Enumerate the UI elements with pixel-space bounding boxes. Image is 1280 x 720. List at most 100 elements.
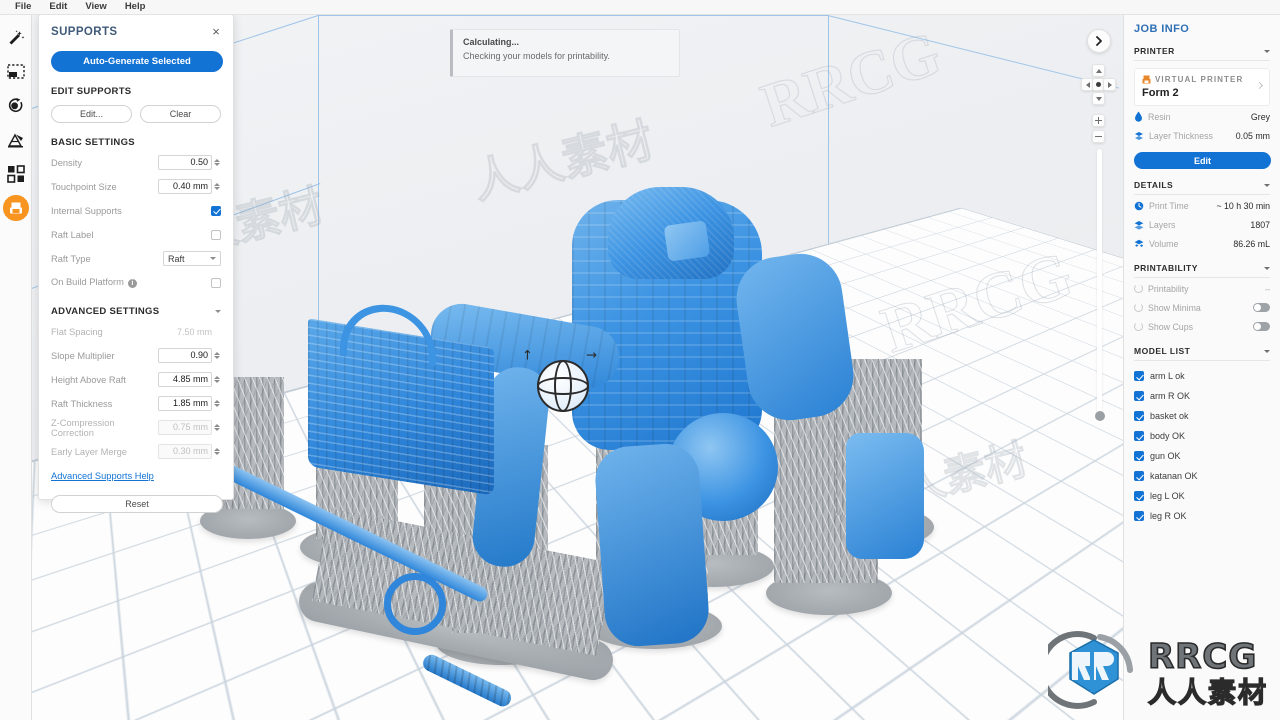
field-z-compression-correction-control: 0.75 mm bbox=[158, 420, 221, 435]
raft-type-select[interactable]: Raft bbox=[163, 251, 221, 266]
chevron-down-icon[interactable] bbox=[1264, 183, 1270, 187]
orbit-down-button[interactable] bbox=[1092, 92, 1105, 105]
orbit-dpad[interactable] bbox=[1081, 64, 1117, 108]
model-label: body OK bbox=[1150, 431, 1186, 441]
menu-item-view[interactable]: View bbox=[76, 0, 115, 14]
density-stepper[interactable] bbox=[214, 158, 221, 167]
chevron-down-icon[interactable] bbox=[1264, 49, 1270, 53]
menu-item-help[interactable]: Help bbox=[116, 0, 155, 14]
zoom-slider-handle[interactable] bbox=[1094, 411, 1105, 421]
model-list[interactable]: arm L ok arm R OK basket ok body OK gun … bbox=[1134, 366, 1270, 526]
clear-button[interactable]: Clear bbox=[140, 105, 221, 123]
raft-label-checkbox[interactable] bbox=[211, 229, 221, 240]
model-leg-right[interactable] bbox=[593, 441, 711, 649]
rotate-gizmo[interactable]: ↗ ↗ bbox=[518, 345, 601, 419]
zoom-controls[interactable] bbox=[1081, 114, 1117, 148]
field-density-control[interactable]: 0.50 bbox=[158, 155, 221, 170]
details-section-header[interactable]: DETAILS bbox=[1134, 180, 1270, 195]
menu-bar[interactable]: File Edit View Help bbox=[0, 0, 1280, 15]
show-cups-toggle[interactable] bbox=[1253, 322, 1270, 331]
expand-panel-button[interactable] bbox=[1087, 29, 1111, 53]
printer-tag-label: VIRTUAL PRINTER bbox=[1155, 75, 1244, 84]
printability-row: Printability – bbox=[1134, 280, 1270, 297]
list-item[interactable]: arm L ok bbox=[1134, 366, 1270, 386]
height-above-raft-stepper[interactable] bbox=[214, 375, 221, 384]
field-height-above-raft-control[interactable]: 4.85 mm bbox=[158, 372, 221, 387]
layers-label: Layers bbox=[1149, 219, 1176, 230]
internal-supports-checkbox[interactable] bbox=[211, 205, 221, 216]
model-list-section-label: MODEL LIST bbox=[1134, 346, 1191, 356]
model-checkbox[interactable] bbox=[1134, 371, 1144, 381]
auto-generate-selected-button[interactable]: Auto-Generate Selected bbox=[51, 51, 223, 72]
menu-item-file[interactable]: File bbox=[6, 0, 40, 14]
tool-select[interactable] bbox=[0, 55, 32, 89]
tool-layout[interactable] bbox=[0, 157, 32, 191]
menu-item-edit[interactable]: Edit bbox=[40, 0, 76, 14]
model-checkbox[interactable] bbox=[1134, 491, 1144, 501]
model-checkbox[interactable] bbox=[1134, 391, 1144, 401]
chevron-down-icon[interactable] bbox=[1264, 266, 1270, 270]
tool-magic-wand[interactable] bbox=[0, 21, 32, 55]
field-touchpoint-size-control[interactable]: 0.40 mm bbox=[158, 179, 221, 194]
height-above-raft-input[interactable]: 4.85 mm bbox=[158, 372, 212, 387]
reset-button[interactable]: Reset bbox=[51, 495, 223, 513]
list-item[interactable]: leg R OK bbox=[1134, 506, 1270, 526]
density-input[interactable]: 0.50 bbox=[158, 155, 212, 170]
field-slope-multiplier-control[interactable]: 0.90 bbox=[158, 348, 221, 363]
model-checkbox[interactable] bbox=[1134, 411, 1144, 421]
advanced-settings-heading[interactable]: ADVANCED SETTINGS bbox=[51, 306, 221, 317]
model-checkbox[interactable] bbox=[1134, 431, 1144, 441]
tool-supports[interactable] bbox=[0, 123, 32, 157]
left-toolbar[interactable] bbox=[0, 15, 32, 720]
list-item[interactable]: body OK bbox=[1134, 426, 1270, 446]
list-item[interactable]: katanan OK bbox=[1134, 466, 1270, 486]
printer-section-header[interactable]: PRINTER bbox=[1134, 46, 1270, 61]
orbit-up-button[interactable] bbox=[1092, 64, 1105, 77]
field-z-compression-correction-label: Z-Compression Correction bbox=[51, 417, 115, 438]
list-item[interactable]: arm R OK bbox=[1134, 386, 1270, 406]
field-raft-thickness-control[interactable]: 1.85 mm bbox=[158, 396, 221, 411]
model-checkbox[interactable] bbox=[1134, 511, 1144, 521]
close-icon[interactable]: × bbox=[209, 25, 223, 39]
touchpoint-size-input[interactable]: 0.40 mm bbox=[158, 179, 212, 194]
zoom-out-button[interactable] bbox=[1092, 130, 1105, 143]
model-checkbox[interactable] bbox=[1134, 451, 1144, 461]
show-minima-toggle[interactable] bbox=[1253, 303, 1270, 312]
job-info-panel[interactable]: JOB INFO PRINTER VIRTUAL PRINTER Form 2 … bbox=[1123, 15, 1280, 720]
zoom-slider[interactable] bbox=[1094, 149, 1105, 421]
info-icon[interactable]: i bbox=[127, 278, 137, 288]
layers-row: Layers 1807 bbox=[1134, 216, 1270, 233]
show-minima-row: Show Minima bbox=[1134, 299, 1270, 316]
edit-supports-buttons: Edit... Clear bbox=[51, 105, 221, 123]
advanced-settings-heading-label: ADVANCED SETTINGS bbox=[51, 306, 160, 317]
field-height-above-raft: Height Above Raft 4.85 mm bbox=[51, 370, 221, 389]
tool-orient[interactable] bbox=[0, 89, 32, 123]
raft-thickness-stepper[interactable] bbox=[214, 399, 221, 408]
view-navigation-controls[interactable] bbox=[1081, 29, 1117, 421]
field-on-build-platform: On Build Platform i bbox=[51, 273, 221, 292]
orbit-right-button[interactable] bbox=[1103, 78, 1116, 91]
edit-button[interactable]: Edit... bbox=[51, 105, 132, 123]
model-list-section-header[interactable]: MODEL LIST bbox=[1134, 346, 1270, 361]
list-item[interactable]: gun OK bbox=[1134, 446, 1270, 466]
edit-printer-button[interactable]: Edit bbox=[1134, 152, 1271, 169]
supports-panel[interactable]: SUPPORTS × Auto-Generate Selected EDIT S… bbox=[38, 14, 234, 513]
advanced-supports-help-link[interactable]: Advanced Supports Help bbox=[51, 471, 154, 481]
printer-card[interactable]: VIRTUAL PRINTER Form 2 bbox=[1134, 68, 1270, 106]
slope-multiplier-stepper[interactable] bbox=[214, 351, 221, 360]
model-gun[interactable] bbox=[846, 433, 924, 559]
list-item[interactable]: basket ok bbox=[1134, 406, 1270, 426]
chevron-down-icon[interactable] bbox=[215, 310, 221, 313]
model-checkbox[interactable] bbox=[1134, 471, 1144, 481]
list-item[interactable]: leg L OK bbox=[1134, 486, 1270, 506]
tool-print-job[interactable] bbox=[0, 191, 32, 225]
raft-thickness-input[interactable]: 1.85 mm bbox=[158, 396, 212, 411]
on-build-platform-checkbox[interactable] bbox=[211, 277, 221, 288]
chevron-down-icon bbox=[210, 257, 216, 260]
chevron-down-icon[interactable] bbox=[1264, 349, 1270, 353]
field-raft-label-label: Raft Label bbox=[51, 229, 94, 240]
zoom-in-button[interactable] bbox=[1092, 114, 1105, 127]
printability-section-header[interactable]: PRINTABILITY bbox=[1134, 263, 1270, 278]
slope-multiplier-input[interactable]: 0.90 bbox=[158, 348, 212, 363]
touchpoint-size-stepper[interactable] bbox=[214, 182, 221, 191]
